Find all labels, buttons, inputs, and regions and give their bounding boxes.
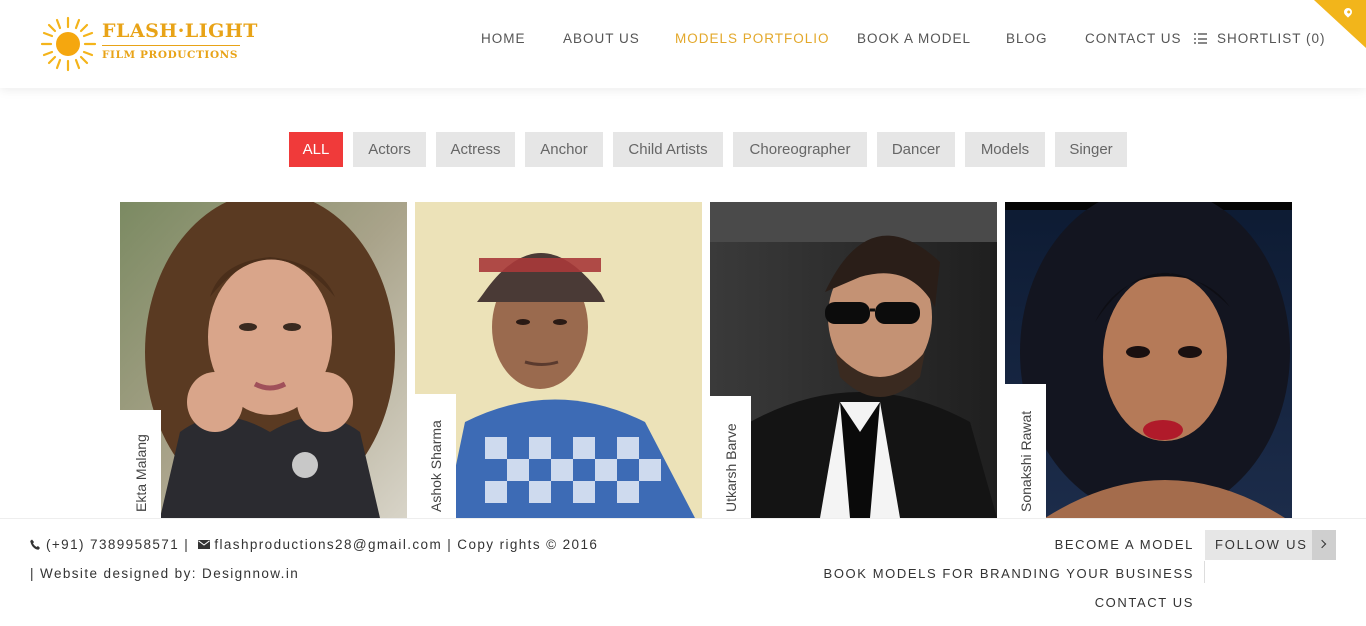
footer-contact-us-link[interactable]: CONTACT US [1095, 595, 1194, 610]
phone-icon [30, 539, 40, 550]
brand-title: FLASH·LIGHT [102, 20, 258, 42]
contact-line: (+91) 7389958571 | flashproductions28@gm… [30, 537, 598, 552]
follow-us-label: FOLLOW US [1215, 537, 1308, 552]
filter-child-artists[interactable]: Child Artists [613, 132, 723, 167]
envelope-icon [198, 540, 211, 549]
footer-divider [1204, 561, 1205, 583]
filter-anchor[interactable]: Anchor [525, 132, 603, 167]
model-name-tab: Ekta Malang [120, 410, 161, 518]
site-logo[interactable]: FLASH·LIGHT FILM PRODUCTIONS [40, 16, 257, 72]
model-card[interactable]: Utkarsh Barve [710, 202, 997, 518]
site-footer: (+91) 7389958571 | flashproductions28@gm… [0, 518, 1366, 626]
category-filter-bar: ALL Actors Actress Anchor Child Artists … [0, 132, 1366, 167]
brand-divider [102, 45, 240, 46]
brand-subtitle: FILM PRODUCTIONS [102, 49, 239, 61]
nav-models-portfolio[interactable]: MODELS PORTFOLIO [675, 31, 830, 46]
designed-by-text: | Website designed by: Designnow.in [30, 566, 300, 581]
follow-us-button[interactable]: FOLLOW US [1205, 530, 1336, 560]
location-corner-button[interactable] [1314, 0, 1366, 48]
separator: | [179, 537, 195, 552]
copyright-text: | Copy rights © 2016 [442, 537, 599, 552]
nav-home[interactable]: HOME [481, 31, 526, 46]
book-models-link[interactable]: BOOK MODELS FOR BRANDING YOUR BUSINESS [824, 566, 1194, 581]
model-name-tab: Utkarsh Barve [710, 396, 751, 518]
model-name-tab: Sonakshi Rawat [1005, 384, 1046, 518]
model-name: Utkarsh Barve [722, 423, 739, 512]
nav-blog[interactable]: BLOG [1006, 31, 1048, 46]
nav-about-us[interactable]: ABOUT US [563, 31, 640, 46]
model-card[interactable]: Ashok Sharma [415, 202, 702, 518]
model-photo [120, 202, 407, 518]
site-header: FLASH·LIGHT FILM PRODUCTIONS HOME ABOUT … [0, 0, 1366, 88]
filter-actors[interactable]: Actors [353, 132, 426, 167]
filter-singer[interactable]: Singer [1055, 132, 1127, 167]
model-name: Ekta Malang [132, 434, 149, 512]
filter-dancer[interactable]: Dancer [877, 132, 955, 167]
nav-shortlist[interactable]: SHORTLIST (0) [1217, 31, 1326, 46]
filter-models[interactable]: Models [965, 132, 1045, 167]
list-icon [1194, 33, 1207, 44]
nav-contact-us[interactable]: CONTACT US [1085, 31, 1182, 46]
model-card[interactable]: Sonakshi Rawat [1005, 202, 1292, 518]
phone-number[interactable]: (+91) 7389958571 [46, 537, 179, 552]
email-link[interactable]: flashproductions28@gmail.com [214, 537, 442, 552]
model-card[interactable]: Ekta Malang [120, 202, 407, 518]
become-a-model-link[interactable]: BECOME A MODEL [1055, 537, 1194, 552]
nav-book-a-model[interactable]: BOOK A MODEL [857, 31, 971, 46]
filter-all[interactable]: ALL [289, 132, 343, 167]
model-name-tab: Ashok Sharma [415, 394, 456, 518]
sun-icon [40, 16, 97, 72]
filter-choreographer[interactable]: Choreographer [733, 132, 867, 167]
chevron-right-icon [1312, 530, 1336, 560]
model-photo [415, 202, 702, 518]
model-name: Sonakshi Rawat [1017, 410, 1034, 512]
model-photo [1005, 202, 1292, 518]
filter-actress[interactable]: Actress [436, 132, 515, 167]
model-name: Ashok Sharma [427, 420, 444, 512]
model-photo [710, 202, 997, 518]
